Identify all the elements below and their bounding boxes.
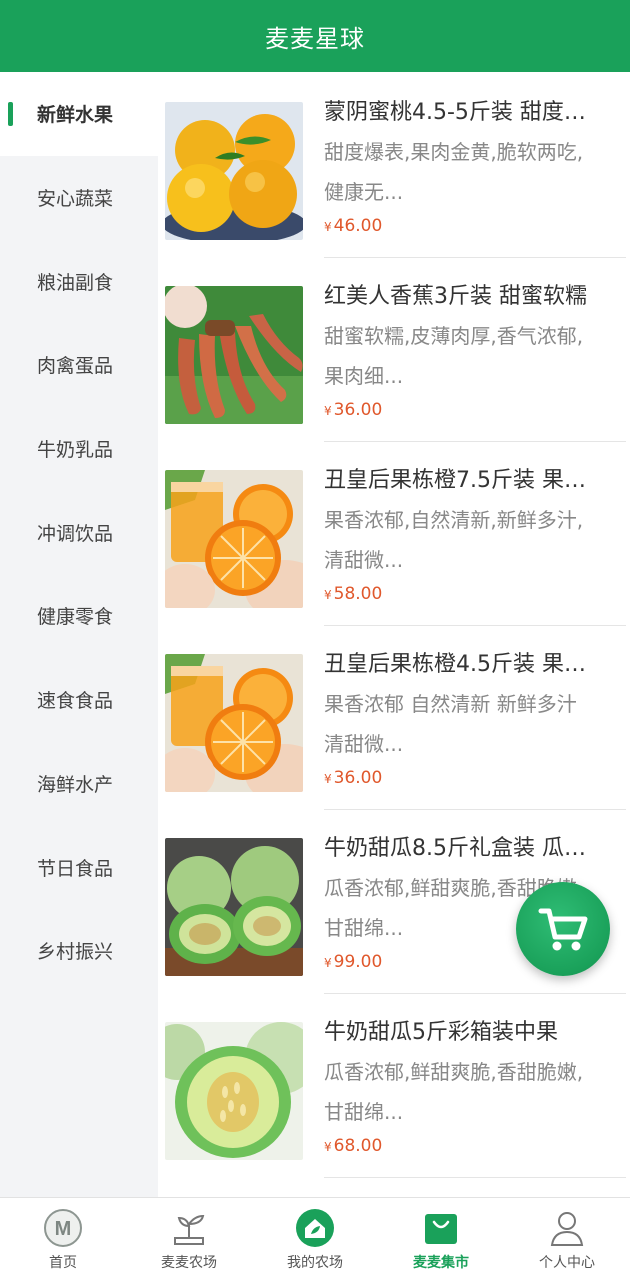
product-image-melon-half[interactable] (165, 1022, 303, 1160)
category-label: 粮油副食 (37, 271, 114, 294)
category-item[interactable]: 节日食品 (0, 825, 158, 909)
category-item[interactable]: 安心蔬菜 (0, 156, 158, 240)
tab-my-farm[interactable]: 我的农场 (252, 1198, 378, 1280)
currency-symbol: ¥ (324, 772, 332, 786)
category-label: 乡村振兴 (37, 941, 114, 964)
product-title[interactable]: 丑皇后果栋橙4.5斤装 果香浓郁 (324, 646, 604, 678)
tab-label: 个人中心 (539, 1255, 595, 1271)
category-item[interactable]: 乡村振兴 (0, 909, 158, 993)
product-title[interactable]: 丑皇后果栋橙7.5斤装 果香浓郁 (324, 462, 604, 494)
tab-home[interactable]: M 首页 (0, 1198, 126, 1280)
product-title[interactable]: 蒙阴蜜桃4.5-5斤装 甜度爆表 (324, 94, 604, 126)
product-price: ¥36.00 (324, 400, 382, 420)
category-item[interactable]: 牛奶乳品 (0, 407, 158, 491)
price-value: 36.00 (333, 768, 383, 788)
category-label: 牛奶乳品 (37, 439, 114, 462)
product-title[interactable]: 红美人香蕉3斤装 甜蜜软糯 (324, 278, 604, 310)
price-value: 58.00 (333, 584, 383, 604)
product-image-orange-juice[interactable] (165, 470, 303, 608)
product-price: ¥58.00 (324, 584, 382, 604)
tab-maimai-farm[interactable]: 麦麦农场 (126, 1198, 252, 1280)
price-value: 46.00 (333, 216, 383, 236)
category-item[interactable]: 新鲜水果 (0, 72, 158, 156)
sprout-icon (169, 1208, 209, 1248)
product-image-yellow-peach[interactable] (165, 102, 303, 240)
price-value: 68.00 (333, 1136, 383, 1156)
shopping-bag-icon (421, 1208, 461, 1248)
page-title: 麦麦星球 (265, 24, 365, 53)
home-m-icon: M (43, 1208, 83, 1248)
product-title[interactable]: 牛奶甜瓜8.5斤礼盒装 瓜香浓郁 (324, 830, 604, 862)
product-description: 甜蜜软糯,皮薄肉厚,香气浓郁,果肉细... (324, 324, 584, 388)
product-price: ¥68.00 (324, 1136, 382, 1156)
product-price: ¥36.00 (324, 768, 382, 788)
cart-button[interactable] (516, 882, 610, 976)
category-item[interactable]: 肉禽蛋品 (0, 323, 158, 407)
category-item[interactable]: 速食食品 (0, 658, 158, 742)
price-value: 36.00 (333, 400, 383, 420)
category-label: 新鲜水果 (37, 104, 114, 127)
product-item[interactable]: 丑皇后果栋橙7.5斤装 果香浓郁 果香浓郁,自然清新,新鲜多汁,清甜微... ¥… (158, 440, 630, 626)
currency-symbol: ¥ (324, 956, 332, 970)
category-label: 安心蔬菜 (37, 188, 114, 211)
product-description: 甜度爆表,果肉金黄,脆软两吃,健康无... (324, 140, 584, 204)
product-item[interactable]: 蒙阴蜜桃4.5-5斤装 甜度爆表 甜度爆表,果肉金黄,脆软两吃,健康无... ¥… (158, 72, 630, 258)
tab-label: 麦麦集市 (413, 1255, 469, 1271)
tab-label: 我的农场 (287, 1255, 343, 1271)
category-label: 健康零食 (37, 606, 114, 629)
product-title[interactable]: 牛奶甜瓜5斤彩箱装中果 (324, 1014, 604, 1046)
category-item[interactable]: 健康零食 (0, 574, 158, 658)
price-value: 99.00 (333, 952, 383, 972)
my-farm-icon (295, 1208, 335, 1248)
product-image-red-banana[interactable] (165, 286, 303, 424)
currency-symbol: ¥ (324, 588, 332, 602)
category-label: 海鲜水产 (37, 773, 114, 796)
category-item[interactable]: 粮油副食 (0, 239, 158, 323)
product-price: ¥99.00 (324, 952, 382, 972)
tab-profile[interactable]: 个人中心 (504, 1198, 630, 1280)
product-description: 果香浓郁 自然清新 新鲜多汁 清甜微... (324, 692, 577, 756)
tab-maimai-market[interactable]: 麦麦集市 (378, 1198, 504, 1280)
category-sidebar: 新鲜水果 安心蔬菜 粮油副食 肉禽蛋品 牛奶乳品 冲调饮品 健康零食 速食食品 … (0, 72, 158, 1197)
category-label: 肉禽蛋品 (37, 355, 114, 378)
product-price: ¥46.00 (324, 216, 382, 236)
currency-symbol: ¥ (324, 404, 332, 418)
svg-text:M: M (55, 1218, 72, 1240)
category-item[interactable]: 冲调饮品 (0, 490, 158, 574)
currency-symbol: ¥ (324, 1140, 332, 1154)
product-image-melon[interactable] (165, 838, 303, 976)
product-description: 瓜香浓郁,鲜甜爽脆,香甜脆嫩,甘甜绵... (324, 1060, 584, 1124)
cart-icon (538, 908, 588, 951)
category-item[interactable]: 海鲜水产 (0, 742, 158, 826)
app-header: 麦麦星球 (0, 0, 630, 72)
category-label: 冲调饮品 (37, 522, 114, 545)
product-item[interactable]: 牛奶甜瓜5斤彩箱装中果 瓜香浓郁,鲜甜爽脆,香甜脆嫩,甘甜绵... ¥68.00 (158, 992, 630, 1178)
tab-label: 首页 (49, 1255, 77, 1271)
tab-label: 麦麦农场 (161, 1255, 217, 1271)
category-label: 节日食品 (37, 857, 114, 880)
product-item[interactable]: 丑皇后果栋橙4.5斤装 果香浓郁 果香浓郁 自然清新 新鲜多汁 清甜微... ¥… (158, 624, 630, 810)
product-list[interactable]: 蒙阴蜜桃4.5-5斤装 甜度爆表 甜度爆表,果肉金黄,脆软两吃,健康无... ¥… (158, 72, 630, 1197)
currency-symbol: ¥ (324, 220, 332, 234)
bottom-tab-bar: M 首页 麦麦农场 我的农场 麦麦集市 个人中心 (0, 1197, 630, 1280)
product-image-orange-juice[interactable] (165, 654, 303, 792)
divider (324, 1177, 626, 1178)
category-label: 速食食品 (37, 690, 114, 713)
product-description: 果香浓郁,自然清新,新鲜多汁,清甜微... (324, 508, 584, 572)
person-icon (547, 1208, 587, 1248)
product-item[interactable]: 红美人香蕉3斤装 甜蜜软糯 甜蜜软糯,皮薄肉厚,香气浓郁,果肉细... ¥36.… (158, 256, 630, 442)
